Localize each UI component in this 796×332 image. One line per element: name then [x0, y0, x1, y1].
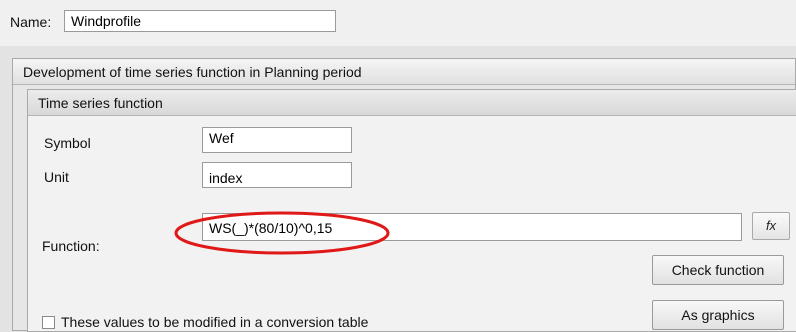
development-group: Development of time series function in P…	[12, 58, 796, 332]
conversion-table-label: These values to be modified in a convers…	[61, 314, 369, 330]
as-graphics-button[interactable]: As graphics	[652, 300, 784, 330]
symbol-label: Symbol	[44, 135, 91, 151]
development-group-title: Development of time series function in P…	[13, 59, 795, 85]
name-label: Name:	[10, 14, 52, 30]
name-row: Name: Windprofile	[0, 0, 796, 46]
function-input[interactable]: WS(_)*(80/10)^0,15	[202, 213, 742, 241]
unit-label: Unit	[44, 169, 69, 185]
check-function-button[interactable]: Check function	[652, 255, 784, 285]
unit-input[interactable]: index	[202, 162, 352, 188]
fx-button[interactable]: fx	[752, 212, 790, 240]
function-label: Function:	[42, 238, 100, 254]
conversion-table-checkbox[interactable]	[42, 316, 55, 329]
name-input[interactable]: Windprofile	[64, 10, 336, 32]
time-series-function-title: Time series function	[28, 90, 796, 116]
symbol-input[interactable]: Wef	[202, 127, 352, 153]
time-series-function-group: Time series function Symbol Wef Unit ind…	[27, 89, 796, 332]
